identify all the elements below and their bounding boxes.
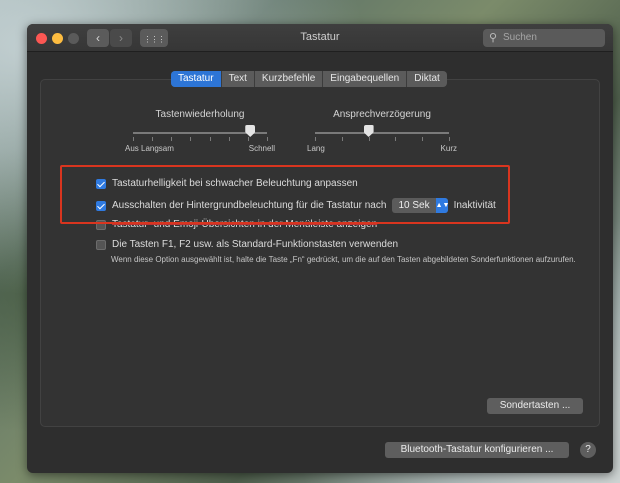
key-repeat-title: Tastenwiederholung: [155, 109, 245, 120]
search-icon: ⚲: [489, 32, 498, 44]
repeat-delay-left-label: Lang: [307, 144, 325, 153]
slider-tick: [395, 137, 397, 141]
tab-diktat[interactable]: Diktat: [407, 71, 447, 87]
slider-tick: [449, 137, 450, 141]
tab-tastatur[interactable]: Tastatur: [171, 71, 222, 87]
repeat-delay-title: Ansprechverzögerung: [333, 109, 431, 120]
key-repeat-ticks: [133, 134, 268, 141]
tab-text[interactable]: Text: [222, 71, 255, 87]
slider-tick: [422, 137, 424, 141]
fn-keys-label: Die Tasten F1, F2 usw. als Standard-Funk…: [112, 239, 399, 250]
repeat-delay-slider-group: Ansprechverzögerung Lang Kurz: [307, 109, 457, 154]
key-repeat-right-label: Schnell: [248, 144, 275, 153]
repeat-delay-ticks: [315, 134, 450, 141]
slider-tick: [228, 137, 230, 141]
slider-tick: [152, 137, 154, 141]
slider-tick: [368, 137, 370, 141]
key-repeat-labels: Aus Langsam Schnell: [125, 144, 275, 154]
fn-keys-option[interactable]: Die Tasten F1, F2 usw. als Standard-Funk…: [96, 239, 398, 250]
key-repeat-left-label: Aus Langsam: [125, 144, 174, 153]
preferences-window: ‹ › ⋮⋮⋮ Tastatur ⚲ Suchen Tastatur Text …: [27, 24, 613, 473]
tab-bar: Tastatur Text Kurzbefehle Eingabequellen…: [171, 71, 447, 87]
bluetooth-keyboard-button[interactable]: Bluetooth-Tastatur konfigurieren ...: [385, 442, 569, 458]
help-button[interactable]: ?: [580, 442, 596, 458]
slider-tick: [190, 137, 192, 141]
slider-tick: [209, 137, 211, 141]
slider-tick: [171, 137, 173, 141]
repeat-delay-right-label: Kurz: [440, 144, 457, 153]
slider-tick: [133, 137, 134, 141]
fn-keys-checkbox[interactable]: [96, 239, 106, 250]
modifier-keys-button[interactable]: Sondertasten ...: [487, 398, 583, 414]
annotation-highlight-box: [60, 165, 510, 224]
slider-tick: [341, 137, 343, 141]
slider-tick: [267, 137, 268, 141]
key-repeat-slider-group: Tastenwiederholung Aus Langsam Schnell: [125, 109, 275, 154]
slider-tick: [315, 137, 316, 141]
search-placeholder: Suchen: [503, 32, 537, 43]
title-bar: ‹ › ⋮⋮⋮ Tastatur ⚲ Suchen: [27, 24, 613, 52]
question-icon: ?: [585, 444, 591, 455]
fn-keys-hint: Wenn diese Option ausgewählt ist, halte …: [111, 255, 576, 264]
tab-kurzbefehle[interactable]: Kurzbefehle: [255, 71, 324, 87]
tab-eingabequellen[interactable]: Eingabequellen: [323, 71, 408, 87]
slider-tick: [247, 137, 249, 141]
repeat-delay-labels: Lang Kurz: [307, 144, 457, 154]
search-field[interactable]: ⚲ Suchen: [483, 29, 605, 47]
